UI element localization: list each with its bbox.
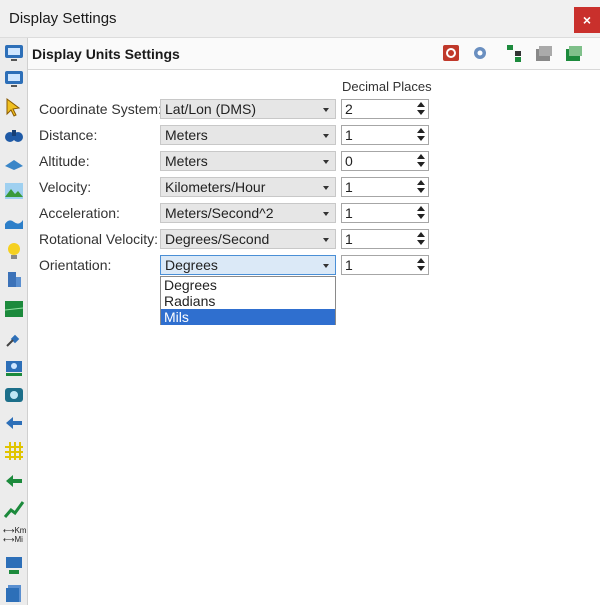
coordinate-system-value: Lat/Lon (DMS) xyxy=(165,101,257,117)
altitude-decimals-spinner[interactable]: 0 xyxy=(341,151,429,171)
satellite-icon[interactable] xyxy=(3,328,25,350)
pointer-tool-icon[interactable] xyxy=(3,96,25,118)
camera-monitor-icon[interactable] xyxy=(3,356,25,378)
velocity-decimals-value: 1 xyxy=(345,179,353,195)
coordinate-system-select[interactable]: Lat/Lon (DMS) xyxy=(160,99,336,119)
distance-value: Meters xyxy=(165,127,208,143)
orientation-dropdown-list: Degrees Radians Mils xyxy=(160,276,336,325)
rotational-velocity-decimals-value: 1 xyxy=(345,231,353,247)
orientation-decimals-value: 1 xyxy=(345,257,353,273)
tree-view-icon[interactable] xyxy=(505,43,525,63)
spin-up-icon[interactable] xyxy=(417,258,425,263)
spin-down-icon[interactable] xyxy=(417,214,425,219)
acceleration-decimals-value: 1 xyxy=(345,205,353,221)
spin-up-icon[interactable] xyxy=(417,102,425,107)
chevron-down-icon xyxy=(323,212,329,216)
spin-down-icon[interactable] xyxy=(417,136,425,141)
layer-icon[interactable] xyxy=(3,152,25,174)
screen-capture-icon[interactable] xyxy=(3,384,25,406)
decimal-places-header: Decimal Places xyxy=(342,79,432,94)
units-km-mi-icon[interactable]: ⟷Km ⟷Mi xyxy=(3,526,27,548)
velocity-value: Kilometers/Hour xyxy=(165,179,266,195)
distance-decimals-spinner[interactable]: 1 xyxy=(341,125,429,145)
altitude-label: Altitude: xyxy=(39,153,90,169)
building-icon[interactable] xyxy=(3,268,25,290)
grid-icon[interactable] xyxy=(3,440,25,462)
chevron-down-icon xyxy=(323,160,329,164)
chevron-down-icon xyxy=(323,238,329,242)
acceleration-select[interactable]: Meters/Second^2 xyxy=(160,203,336,223)
acceleration-decimals-spinner[interactable]: 1 xyxy=(341,203,429,223)
save-stack-icon[interactable] xyxy=(564,43,584,63)
spin-up-icon[interactable] xyxy=(417,206,425,211)
dropdown-option-radians[interactable]: Radians xyxy=(161,293,335,309)
spin-up-icon[interactable] xyxy=(417,232,425,237)
coordinate-system-decimals-value: 2 xyxy=(345,101,353,117)
title-bar: Display Settings × xyxy=(0,0,600,38)
orientation-label: Orientation: xyxy=(39,257,112,273)
altitude-select[interactable]: Meters xyxy=(160,151,336,171)
spin-down-icon[interactable] xyxy=(417,110,425,115)
window-title: Display Settings xyxy=(9,10,117,27)
spin-down-icon[interactable] xyxy=(417,188,425,193)
rotational-velocity-select[interactable]: Degrees/Second xyxy=(160,229,336,249)
altitude-decimals-value: 0 xyxy=(345,153,353,169)
rotational-velocity-label: Rotational Velocity: xyxy=(39,231,159,247)
orientation-select[interactable]: Degrees xyxy=(160,255,336,275)
lightbulb-icon[interactable] xyxy=(3,240,25,262)
reset-icon[interactable] xyxy=(441,43,461,63)
orientation-decimals-spinner[interactable]: 1 xyxy=(341,255,429,275)
velocity-select[interactable]: Kilometers/Hour xyxy=(160,177,336,197)
distance-label: Distance: xyxy=(39,127,98,143)
line-chart-icon[interactable] xyxy=(3,498,25,520)
dropdown-option-mils[interactable]: Mils xyxy=(161,309,335,325)
stack-icon[interactable] xyxy=(534,43,554,63)
acceleration-value: Meters/Second^2 xyxy=(165,205,274,221)
settings-gear-icon[interactable] xyxy=(470,43,490,63)
terrain-image-icon[interactable] xyxy=(3,180,25,202)
distance-decimals-value: 1 xyxy=(345,127,353,143)
map-grid-icon[interactable] xyxy=(3,298,25,320)
units-mi-label: Mi xyxy=(14,535,23,544)
display-settings-window: Display Settings × ⟷Km ⟷Mi Display Units… xyxy=(0,0,600,605)
acceleration-label: Acceleration: xyxy=(39,205,120,221)
arrow-left-icon[interactable] xyxy=(3,412,25,434)
coordinate-system-label: Coordinate System: xyxy=(39,101,162,117)
spin-up-icon[interactable] xyxy=(417,180,425,185)
chevron-down-icon xyxy=(323,264,329,268)
binoculars-icon[interactable] xyxy=(3,124,25,146)
spin-up-icon[interactable] xyxy=(417,128,425,133)
units-km-label: Km xyxy=(14,526,27,535)
document-icon[interactable] xyxy=(3,582,25,604)
spin-down-icon[interactable] xyxy=(417,162,425,167)
velocity-label: Velocity: xyxy=(39,179,92,195)
spin-down-icon[interactable] xyxy=(417,266,425,271)
left-toolbar: ⟷Km ⟷Mi xyxy=(0,38,28,605)
panel-header: Display Units Settings xyxy=(28,38,600,70)
network-icon[interactable] xyxy=(3,554,25,576)
coordinate-system-decimals-spinner[interactable]: 2 xyxy=(341,99,429,119)
chevron-down-icon xyxy=(323,134,329,138)
arrow-back-icon[interactable] xyxy=(3,470,25,492)
spin-up-icon[interactable] xyxy=(417,154,425,159)
close-button[interactable]: × xyxy=(574,7,600,33)
distance-select[interactable]: Meters xyxy=(160,125,336,145)
chevron-down-icon xyxy=(323,108,329,112)
velocity-decimals-spinner[interactable]: 1 xyxy=(341,177,429,197)
spin-down-icon[interactable] xyxy=(417,240,425,245)
rotational-velocity-value: Degrees/Second xyxy=(165,231,270,247)
water-icon[interactable] xyxy=(3,210,25,232)
display-icon[interactable] xyxy=(3,68,25,90)
chevron-down-icon xyxy=(323,186,329,190)
altitude-value: Meters xyxy=(165,153,208,169)
monitor-icon[interactable] xyxy=(3,42,25,64)
panel-title: Display Units Settings xyxy=(32,46,180,62)
rotational-velocity-decimals-spinner[interactable]: 1 xyxy=(341,229,429,249)
dropdown-option-degrees[interactable]: Degrees xyxy=(161,277,335,293)
orientation-value: Degrees xyxy=(165,257,218,273)
